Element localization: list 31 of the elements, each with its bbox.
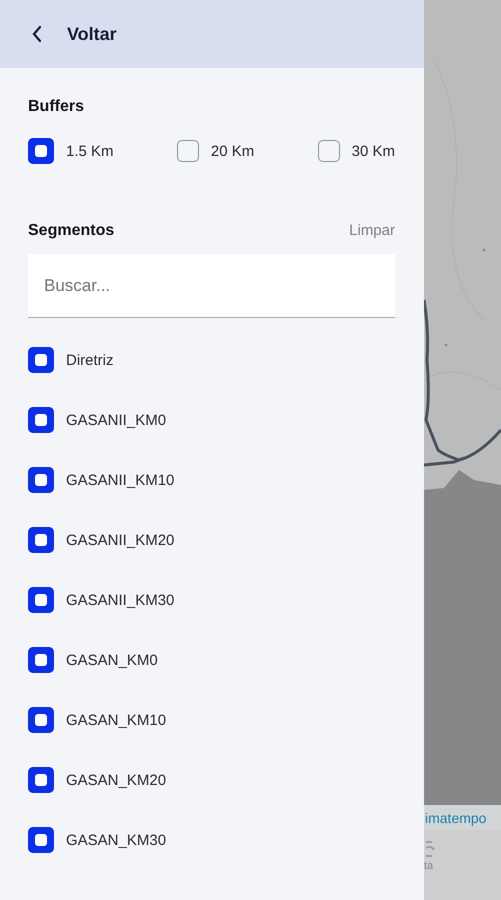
search-field[interactable]: Buscar... <box>28 254 395 318</box>
checkbox[interactable] <box>28 407 54 433</box>
checkbox[interactable] <box>28 527 54 553</box>
checkbox-label: GASANII_KM20 <box>66 532 174 548</box>
nav-label[interactable]: ta <box>424 860 434 872</box>
back-icon[interactable] <box>31 25 43 43</box>
checkbox[interactable] <box>28 138 54 164</box>
checkbox-label: GASANII_KM0 <box>66 412 166 428</box>
checkbox[interactable] <box>28 647 54 673</box>
checkbox[interactable] <box>176 140 199 162</box>
checkbox[interactable] <box>28 587 54 613</box>
checkbox-label: GASAN_KM0 <box>66 652 158 668</box>
checkbox-label: GASANII_KM10 <box>66 472 174 488</box>
checkbox[interactable] <box>28 827 54 853</box>
clear-button[interactable]: Limpar <box>349 222 395 239</box>
checkbox[interactable] <box>28 467 54 493</box>
checkbox[interactable] <box>318 140 340 162</box>
back-label[interactable]: Voltar <box>67 24 117 44</box>
checkbox-label: 30 Km <box>352 142 395 160</box>
checkbox-label: 1.5 Km <box>66 142 114 160</box>
checkbox-label: GASANII_KM30 <box>66 592 174 608</box>
section-title: Segmentos <box>28 222 114 240</box>
checkbox-label: Diretriz <box>66 352 114 368</box>
checkbox[interactable] <box>28 707 54 733</box>
checkbox-label: GASAN_KM20 <box>66 772 166 788</box>
section-title: Buffers <box>28 98 86 116</box>
checkbox-label: 20 Km <box>210 142 254 160</box>
checkbox[interactable] <box>28 347 54 373</box>
checkbox[interactable] <box>28 767 54 793</box>
checkbox-label: GASAN_KM10 <box>66 712 166 728</box>
checkbox-label: GASAN_KM30 <box>66 832 166 848</box>
